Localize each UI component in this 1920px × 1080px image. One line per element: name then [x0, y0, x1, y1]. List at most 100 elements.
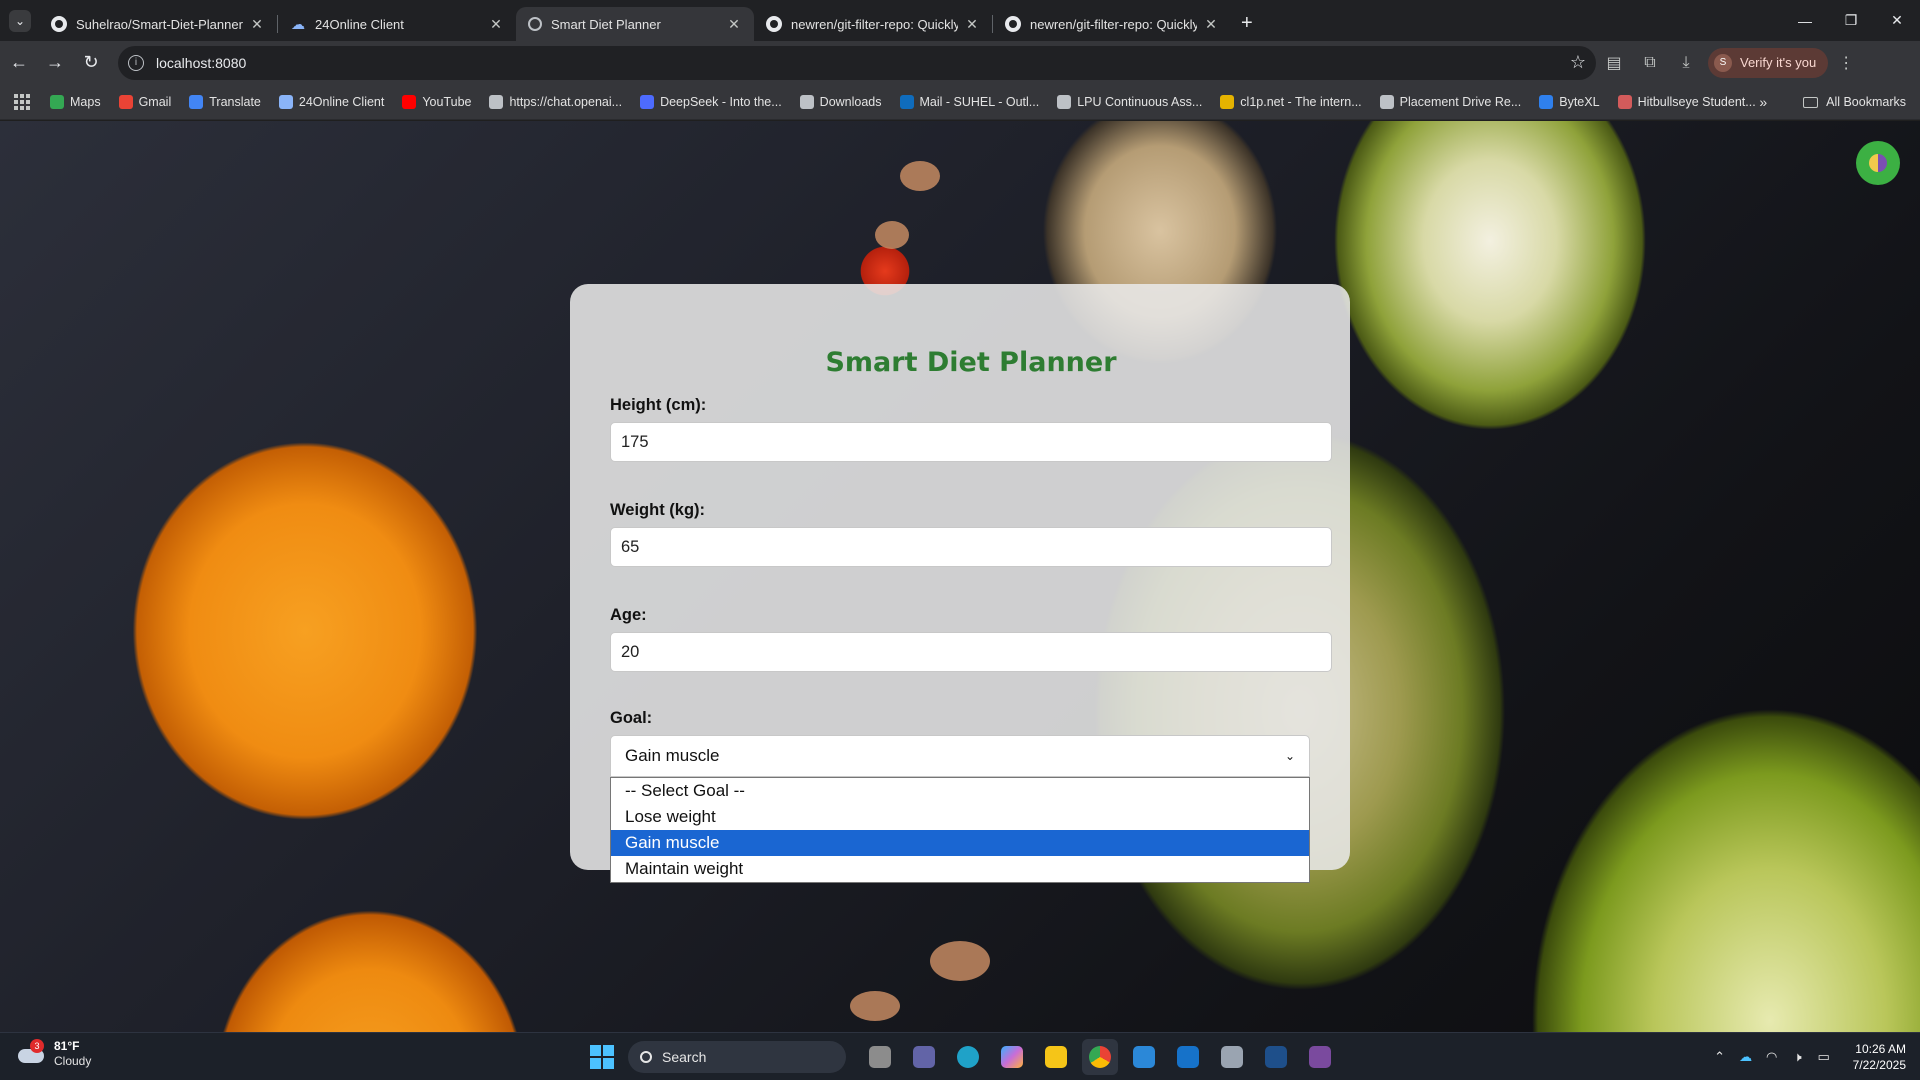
bookmark-label: https://chat.openai... [509, 94, 623, 109]
bookmark-favicon-icon [50, 94, 64, 109]
chevron-down-icon: ⌄ [1284, 749, 1295, 763]
media-icon[interactable]: ▤ [1596, 46, 1632, 80]
goal-option-selected[interactable]: Gain muscle [611, 830, 1309, 856]
bookmark-label: Placement Drive Re... [1399, 94, 1522, 109]
tab-5[interactable]: newren/git-filter-repo: Quickly ✕ [993, 7, 1231, 41]
settings-icon[interactable] [1214, 1039, 1250, 1075]
bookmark-item[interactable]: DeepSeek - Into the... [640, 94, 782, 109]
bookmark-item[interactable]: https://chat.openai... [489, 94, 623, 109]
goal-select[interactable]: Gain muscle ⌄ [610, 735, 1310, 777]
tab-3-active[interactable]: Smart Diet Planner ✕ [516, 7, 754, 41]
bookmark-favicon-icon [1539, 94, 1554, 109]
extension-badge[interactable] [1856, 141, 1900, 185]
github-icon [51, 16, 67, 32]
weight-label: Weight (kg): [610, 501, 706, 519]
download-icon[interactable]: ⤓ [1668, 46, 1704, 80]
tab-search-icon[interactable]: ⌄ [9, 10, 31, 32]
tab-2[interactable]: ☁ 24Online Client ✕ [278, 7, 516, 41]
tab-title: Suhelrao/Smart-Diet-Planner [76, 16, 243, 32]
apps-grid-icon[interactable] [14, 93, 30, 110]
all-bookmarks-link[interactable]: All Bookmarks [1826, 95, 1906, 109]
more-bookmarks-icon[interactable]: » [1759, 94, 1767, 110]
goal-option[interactable]: -- Select Goal -- [611, 778, 1309, 804]
close-tab-icon[interactable]: ✕ [964, 16, 980, 33]
reload-icon[interactable]: ↻ [74, 46, 108, 80]
bookmark-item[interactable]: Translate [189, 94, 261, 109]
bookmark-item[interactable]: 24Online Client [278, 94, 384, 109]
github-icon [1005, 16, 1021, 32]
forward-icon[interactable]: → [38, 46, 72, 80]
wifi-icon[interactable]: ◠ [1759, 1049, 1785, 1065]
page-title: Smart Diet Planner [825, 347, 1117, 378]
vscode-icon[interactable] [1258, 1039, 1294, 1075]
bookmark-label: ByteXL [1559, 94, 1600, 109]
taskbar: 3 81°F Cloudy Search ⌃ ☁ ◠ 🕨 ▭ 10:26 AM … [0, 1032, 1920, 1080]
clock[interactable]: 10:26 AM 7/22/2025 [1853, 1041, 1906, 1073]
system-tray: ⌃ ☁ ◠ 🕨 ▭ 10:26 AM 7/22/2025 [1707, 1033, 1906, 1080]
tab-4[interactable]: newren/git-filter-repo: Quickly ✕ [754, 7, 992, 41]
task-view-icon[interactable] [862, 1039, 898, 1075]
bookmark-label: DeepSeek - Into the... [660, 94, 782, 109]
bookmark-item[interactable]: cl1p.net - The intern... [1220, 94, 1362, 109]
goal-selected-value: Gain muscle [625, 746, 720, 765]
height-input[interactable]: 175 [610, 422, 1332, 462]
bookmark-item[interactable]: Gmail [118, 94, 172, 109]
bookmark-star-icon[interactable]: ☆ [1570, 52, 1586, 73]
bookmark-item[interactable]: LPU Continuous Ass... [1057, 94, 1202, 109]
onedrive-icon[interactable]: ☁ [1733, 1049, 1759, 1065]
bookmark-item[interactable]: Maps [50, 94, 101, 109]
bookmark-label: Gmail [138, 94, 172, 109]
bookmark-item[interactable]: Placement Drive Re... [1379, 94, 1522, 109]
goal-option[interactable]: Maintain weight [611, 856, 1309, 882]
extensions-icon[interactable]: ⧉ [1632, 46, 1668, 80]
store-icon[interactable] [1126, 1039, 1162, 1075]
volume-mute-icon[interactable]: 🕨 [1785, 1049, 1811, 1065]
bookmark-item[interactable]: ByteXL [1539, 94, 1600, 109]
close-tab-icon[interactable]: ✕ [726, 16, 742, 33]
url-text[interactable]: localhost:8080 [156, 55, 1570, 71]
github-icon [766, 16, 782, 32]
bookmark-label: Translate [209, 94, 261, 109]
game-icon[interactable] [1302, 1039, 1338, 1075]
edge-icon[interactable] [950, 1039, 986, 1075]
date: 7/22/2025 [1852, 1058, 1906, 1072]
bookmark-favicon-icon [402, 94, 417, 109]
profile-label: Verify it's you [1740, 55, 1817, 70]
goal-option[interactable]: Lose weight [611, 804, 1309, 830]
bookmarks-bar: Maps Gmail Translate 24Online Client YouTube… [0, 84, 1920, 120]
profile-button[interactable]: S Verify it's you [1708, 47, 1829, 78]
file-explorer-icon[interactable] [1038, 1039, 1074, 1075]
start-icon[interactable] [590, 1045, 614, 1069]
back-icon[interactable]: ← [2, 46, 36, 80]
minimize-icon[interactable]: — [1782, 0, 1828, 41]
bookmark-label: Maps [70, 94, 101, 109]
bookmark-item[interactable]: Mail - SUHEL - Outl... [899, 94, 1039, 109]
site-info-icon[interactable]: i [128, 54, 144, 71]
menu-icon[interactable]: ⋮ [1828, 46, 1864, 80]
bookmark-favicon-icon [640, 94, 655, 109]
bookmark-item[interactable]: YouTube [402, 94, 471, 109]
close-window-icon[interactable]: ✕ [1874, 0, 1920, 41]
bookmark-item[interactable]: Hitbullseye Student... [1617, 94, 1756, 109]
chevron-up-icon[interactable]: ⌃ [1707, 1049, 1733, 1065]
tab-1[interactable]: Suhelrao/Smart-Diet-Planner ✕ [39, 7, 277, 41]
restore-icon[interactable]: ❐ [1828, 0, 1874, 41]
chrome-icon[interactable] [1082, 1039, 1118, 1075]
close-tab-icon[interactable]: ✕ [249, 16, 265, 33]
close-tab-icon[interactable]: ✕ [1203, 16, 1219, 33]
new-tab-button[interactable]: + [1241, 12, 1253, 35]
bookmark-favicon-icon [1057, 94, 1072, 109]
bookmark-favicon-icon [1617, 94, 1632, 109]
weight-input[interactable]: 65 [610, 527, 1332, 567]
weather-widget[interactable]: 3 81°F Cloudy [16, 1039, 91, 1069]
bookmark-item[interactable]: Downloads [799, 94, 882, 109]
window-controls: — ❐ ✕ [1782, 0, 1920, 41]
taskbar-search[interactable]: Search [628, 1041, 846, 1073]
vscode-insiders-icon[interactable] [1170, 1039, 1206, 1075]
age-input[interactable]: 20 [610, 632, 1332, 672]
battery-icon[interactable]: ▭ [1811, 1049, 1837, 1065]
copilot-icon[interactable] [994, 1039, 1030, 1075]
teams-icon[interactable] [906, 1039, 942, 1075]
close-tab-icon[interactable]: ✕ [488, 16, 504, 33]
address-bar[interactable]: i localhost:8080 ☆ [118, 45, 1596, 80]
